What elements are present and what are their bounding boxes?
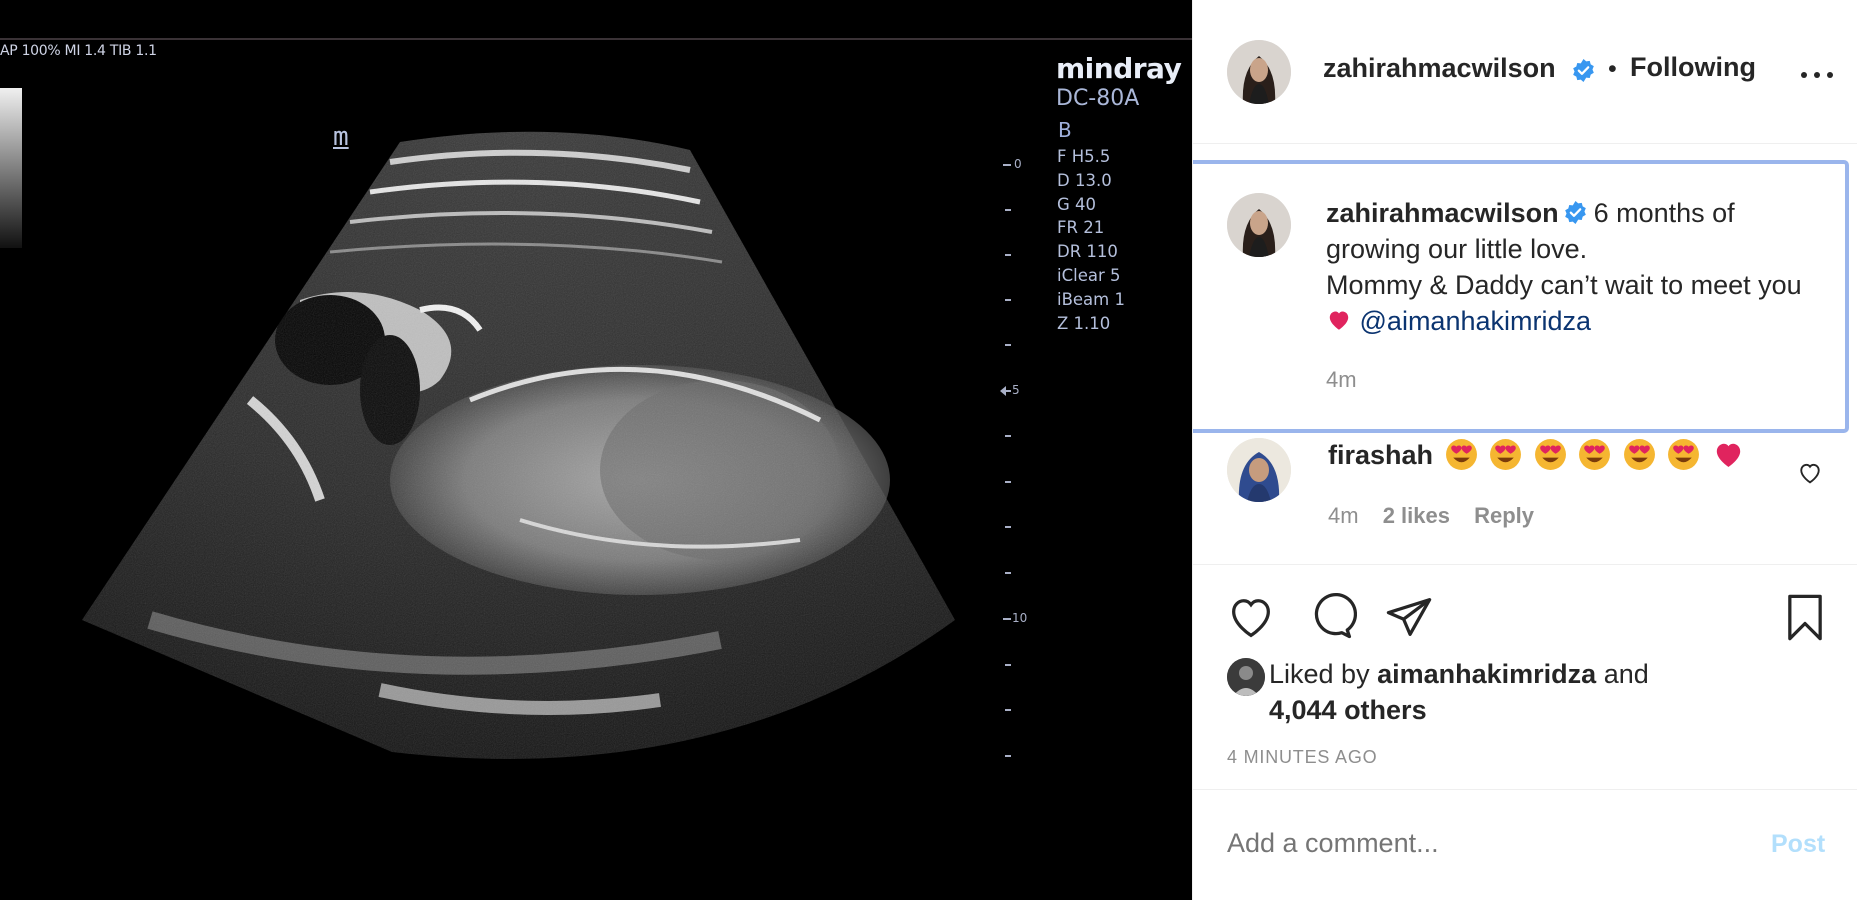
red-heart-emoji — [1329, 311, 1349, 331]
comment-text: firashah — [1328, 437, 1745, 475]
more-options-icon[interactable] — [1799, 58, 1835, 88]
post-caption: zahirahmacwilson 6 months of growing our… — [1193, 160, 1849, 433]
caption-avatar[interactable] — [1227, 193, 1291, 257]
ultrasound-mode: B — [1058, 118, 1072, 142]
heart-eyes-emoji-group — [1441, 439, 1745, 471]
author-username[interactable]: zahirahmacwilson — [1323, 53, 1556, 84]
ultrasound-params: AP 100% MI 1.4 TIB 1.1 — [0, 43, 157, 59]
verified-badge-icon — [1573, 59, 1594, 82]
caption-time[interactable]: 4m — [1326, 367, 1357, 393]
comment-reply-button[interactable]: Reply — [1474, 503, 1534, 528]
ultrasound-image — [0, 88, 1011, 759]
comment-icon[interactable] — [1305, 591, 1357, 643]
post-timestamp[interactable]: 4 MINUTES AGO — [1227, 747, 1377, 768]
heart-eyes-emoji — [1668, 439, 1700, 471]
post-media[interactable]: AP 100% MI 1.4 TIB 1.1 m mindray DC-80A … — [0, 0, 1192, 900]
depth-label-5: 5 — [1012, 383, 1020, 397]
red-heart-emoji — [1716, 444, 1740, 468]
heart-eyes-emoji — [1490, 439, 1522, 471]
following-button[interactable]: Following — [1630, 52, 1756, 83]
likes-user-link[interactable]: aimanhakimridza — [1377, 659, 1596, 689]
bookmark-icon[interactable] — [1779, 591, 1831, 643]
likes-prefix: Liked by — [1269, 659, 1370, 689]
heart-eyes-emoji — [1579, 439, 1611, 471]
caption-username[interactable]: zahirahmacwilson — [1326, 198, 1559, 228]
heart-eyes-emoji — [1445, 439, 1477, 471]
caption-text: zahirahmacwilson 6 months of growing our… — [1326, 195, 1826, 339]
author-avatar[interactable] — [1227, 40, 1291, 104]
comment-meta: 4m 2 likes Reply — [1328, 503, 1552, 529]
ultrasound-brand: mindray — [1056, 52, 1182, 85]
share-icon[interactable] — [1383, 591, 1435, 643]
post-sidebar: zahirahmacwilson • Following zahirahmacw… — [1192, 0, 1857, 900]
likes-others-link[interactable]: 4,044 others — [1269, 695, 1427, 725]
depth-label-0: 0 — [1014, 157, 1022, 171]
depth-label-10: 10 — [1012, 611, 1028, 625]
commenter-avatar[interactable] — [1227, 438, 1291, 502]
caption-mention-link[interactable]: @aimanhakimridza — [1360, 306, 1592, 336]
caption-line2: Mommy & Daddy can’t wait to meet you — [1326, 270, 1802, 300]
post-comment-button[interactable]: Post — [1771, 830, 1825, 859]
comment-username[interactable]: firashah — [1328, 440, 1433, 470]
comment-likes[interactable]: 2 likes — [1383, 503, 1450, 528]
heart-eyes-emoji — [1623, 439, 1655, 471]
post-header: zahirahmacwilson • Following — [1193, 0, 1857, 144]
add-comment-input[interactable] — [1227, 828, 1727, 859]
liker-avatar[interactable] — [1227, 658, 1265, 696]
ultrasound-marker: m — [333, 122, 349, 152]
comment-item: firashah 4m 2 likes Reply — [1193, 437, 1857, 565]
ultrasound-settings: F H5.5 D 13.0 G 40 FR 21 DR 110 iClear 5… — [1057, 147, 1125, 333]
heart-eyes-emoji — [1534, 439, 1566, 471]
ultrasound-top-line — [0, 38, 1192, 40]
verified-badge-icon — [1564, 201, 1586, 225]
comment-time[interactable]: 4m — [1328, 503, 1359, 528]
heart-icon[interactable] — [1225, 591, 1277, 643]
likes-conj: and — [1603, 659, 1649, 689]
header-separator: • — [1608, 55, 1617, 83]
post-actions: Liked by aimanhakimridza and 4,044 other… — [1193, 565, 1857, 790]
ultrasound-model: DC-80A — [1056, 86, 1140, 111]
comment-heart-icon[interactable] — [1796, 459, 1824, 487]
